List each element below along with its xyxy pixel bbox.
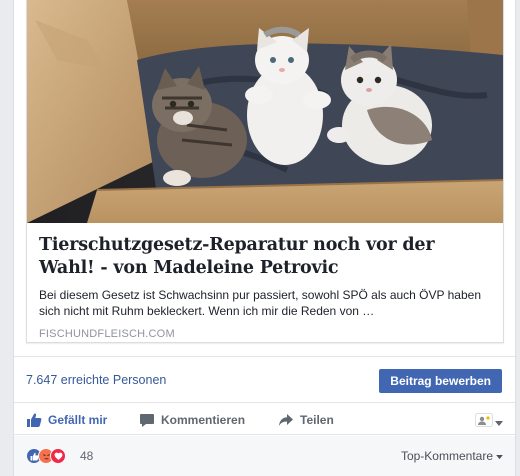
comment-button[interactable]: Kommentieren bbox=[139, 411, 245, 429]
comment-sort-dropdown[interactable]: Top-Kommentare bbox=[401, 449, 503, 463]
comment-label: Kommentieren bbox=[161, 413, 246, 427]
link-preview-card[interactable]: Tierschutzgesetz-Reparatur noch vor der … bbox=[26, 0, 504, 343]
page-identity-selector[interactable] bbox=[475, 413, 503, 432]
share-button[interactable]: Teilen bbox=[278, 411, 334, 429]
like-button[interactable]: Gefällt mir bbox=[26, 411, 107, 429]
page-avatar-icon bbox=[475, 413, 493, 432]
boost-post-button[interactable]: Beitrag bewerben bbox=[379, 369, 502, 393]
speech-bubble-icon bbox=[139, 412, 155, 428]
reactions-bar: 48 Top-Kommentare bbox=[14, 436, 515, 476]
reaction-icons[interactable] bbox=[26, 448, 66, 464]
comment-sort-label: Top-Kommentare bbox=[400, 449, 493, 463]
like-label: Gefällt mir bbox=[48, 413, 108, 427]
love-reaction-icon bbox=[50, 448, 66, 464]
thumbs-up-icon bbox=[26, 412, 42, 428]
facebook-post: Tierschutzgesetz-Reparatur noch vor der … bbox=[13, 0, 516, 476]
link-preview-image[interactable] bbox=[27, 0, 503, 223]
reaction-count[interactable]: 48 bbox=[80, 449, 93, 463]
link-preview-domain: FISCHUNDFLEISCH.COM bbox=[39, 328, 175, 340]
insights-bar: 7.647 erreichte Personen Beitrag bewerbe… bbox=[14, 356, 515, 403]
chevron-down-icon bbox=[495, 414, 503, 432]
reach-count-link[interactable]: 7.647 erreichte Personen bbox=[26, 373, 166, 387]
share-label: Teilen bbox=[300, 413, 334, 427]
chevron-down-icon bbox=[496, 449, 503, 463]
post-actions-bar: Gefällt mir Kommentieren Teilen bbox=[14, 403, 515, 435]
link-preview-title[interactable]: Tierschutzgesetz-Reparatur noch vor der … bbox=[39, 234, 491, 280]
kittens-in-box-photo bbox=[27, 0, 503, 223]
link-preview-body: Tierschutzgesetz-Reparatur noch vor der … bbox=[27, 223, 503, 343]
share-arrow-icon bbox=[278, 412, 294, 428]
link-preview-description: Bei diesem Gesetz ist Schwachsinn pur pa… bbox=[39, 288, 482, 318]
